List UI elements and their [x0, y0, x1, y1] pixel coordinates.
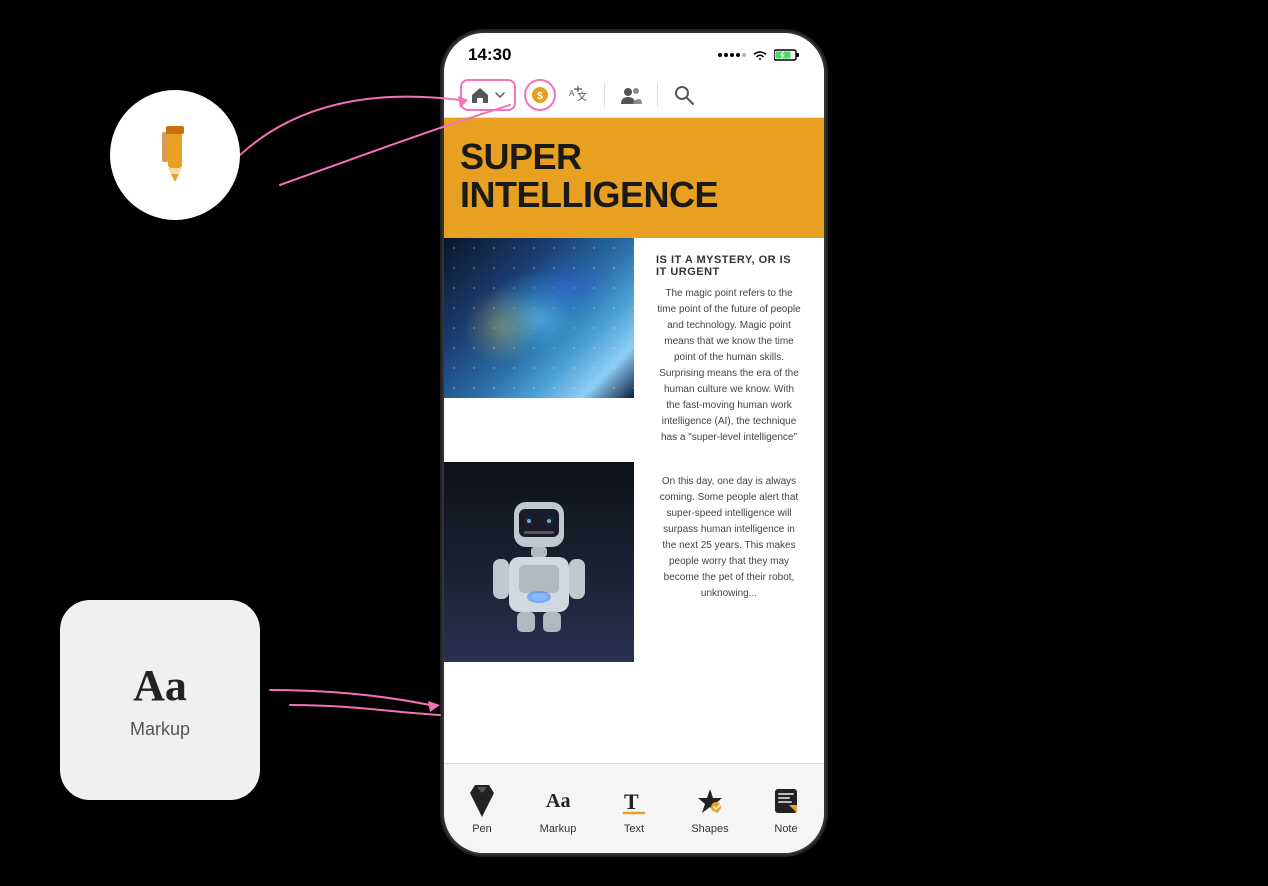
robot-image [444, 462, 634, 662]
note-tool-icon [768, 783, 804, 819]
markup-label: Markup [130, 719, 190, 740]
coin-button[interactable]: $ [524, 79, 556, 111]
shapes-tool-icon [692, 783, 728, 819]
text-tool-icon: T [616, 783, 652, 819]
robot-svg [489, 487, 589, 637]
article-top-section: IS IT A MYSTERY, OR IS IT URGENT The mag… [444, 238, 824, 462]
status-icons [718, 48, 800, 62]
tool-shapes[interactable]: Shapes [672, 772, 748, 841]
note-label: Note [774, 823, 797, 835]
status-time: 14:30 [468, 45, 511, 65]
tool-note[interactable]: Note [748, 772, 824, 841]
app-toolbar: $ A 文 [444, 73, 824, 118]
article-body: IS IT A MYSTERY, OR IS IT URGENT The mag… [444, 238, 824, 662]
svg-text:A: A [569, 89, 575, 98]
svg-text:$: $ [537, 91, 543, 102]
pen-icon [140, 120, 210, 190]
translate-icon: A 文 [567, 84, 589, 106]
toolbar-divider [604, 83, 605, 107]
tool-markup[interactable]: Aa Markup [520, 772, 596, 841]
search-button[interactable] [670, 81, 698, 109]
markup-label-bottom: Markup [540, 823, 577, 835]
article-right-column: IS IT A MYSTERY, OR IS IT URGENT The mag… [634, 238, 824, 462]
magazine-title: SUPER INTELLIGENCE [460, 138, 808, 214]
shapes-label: Shapes [691, 823, 728, 835]
users-icon [620, 84, 642, 106]
svg-text:Aa: Aa [546, 790, 570, 812]
coin-icon: $ [531, 86, 549, 104]
toolbar-divider-2 [657, 83, 658, 107]
pen-tool-icon [464, 783, 500, 819]
article-second-column: On this day, one day is always coming. S… [634, 462, 824, 662]
wifi-icon [752, 49, 768, 61]
bottom-toolbar: Pen Aa Markup T Text [444, 763, 824, 853]
markup-icon: Aa [133, 660, 187, 711]
article-bottom-section: On this day, one day is always coming. S… [444, 462, 824, 662]
article-body-text-1: The magic point refers to the time point… [644, 282, 814, 454]
article-subtitle: IS IT A MYSTERY, OR IS IT URGENT [644, 246, 814, 282]
phone-frame: 14:30 [444, 33, 824, 853]
status-bar: 14:30 [444, 33, 824, 73]
article-body-text-2: On this day, one day is always coming. S… [644, 470, 814, 610]
translate-button[interactable]: A 文 [564, 81, 592, 109]
nebula-image [444, 238, 634, 398]
pen-circle [110, 90, 240, 220]
pen-label: Pen [472, 823, 492, 835]
chevron-down-icon [494, 89, 506, 101]
magazine-header: SUPER INTELLIGENCE [444, 118, 824, 238]
markup-circle: Aa Markup [60, 600, 260, 800]
home-button[interactable] [460, 79, 516, 111]
search-icon [673, 84, 695, 106]
content-area[interactable]: SUPER INTELLIGENCE IS IT A MYSTERY, OR I… [444, 118, 824, 752]
users-button[interactable] [617, 81, 645, 109]
battery-icon [774, 48, 800, 62]
tool-pen[interactable]: Pen [444, 772, 520, 841]
signal-dots [718, 53, 746, 57]
home-icon [470, 85, 490, 105]
svg-text:T: T [624, 789, 639, 814]
markup-tool-icon: Aa [540, 783, 576, 819]
text-label: Text [624, 823, 644, 835]
tool-text[interactable]: T Text [596, 772, 672, 841]
